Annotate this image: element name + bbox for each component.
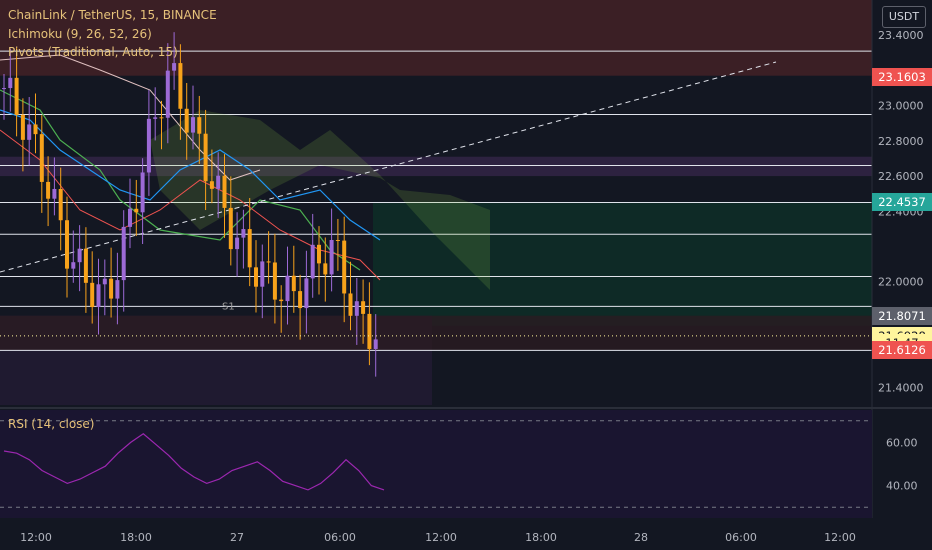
candle-body-58 [367, 313, 372, 349]
candle-body-22 [140, 172, 145, 213]
pivot-band [0, 156, 872, 177]
candle-body-29 [184, 108, 189, 133]
candle-body-9 [58, 188, 63, 221]
candle-body-31 [197, 117, 202, 134]
candle-body-7 [46, 181, 51, 199]
candle-body-25 [159, 117, 164, 119]
candle-body-8 [52, 188, 57, 199]
candle-body-2 [14, 77, 19, 115]
candle-body-42 [266, 261, 271, 263]
rsi-tick-0: 60.00 [886, 436, 918, 449]
symbol-title: ChainLink / TetherUS, 15, BINANCE [8, 8, 217, 22]
candle-body-30 [191, 117, 195, 133]
candle-body-45 [285, 275, 290, 302]
time-tick-0: 12:00 [20, 531, 52, 544]
candle-body-11 [71, 262, 76, 269]
candle-body-1 [8, 77, 13, 89]
candle-body-43 [272, 262, 277, 300]
candle-body-13 [83, 248, 88, 283]
candle-body-48 [304, 278, 309, 309]
candle-body-12 [77, 248, 82, 263]
candle-body-41 [260, 261, 265, 287]
candle-body-5 [33, 124, 38, 135]
price-chart[interactable]: S123.400023.000022.800022.600022.400022.… [0, 0, 932, 550]
candle-body-38 [241, 229, 246, 238]
candle-body-50 [317, 244, 321, 264]
time-tick-8: 12:00 [824, 531, 856, 544]
price-tick-3: 22.6000 [878, 170, 924, 183]
candle-body-36 [228, 207, 233, 250]
time-tick-3: 06:00 [324, 531, 356, 544]
candle-body-4 [27, 124, 32, 140]
time-tick-2: 27 [230, 531, 244, 544]
rsi-legend[interactable]: RSI (14, close) [8, 417, 94, 431]
candle-body-0 [2, 88, 6, 90]
candle-body-56 [354, 301, 359, 316]
candle-body-28 [178, 63, 183, 109]
price-tick-2: 22.8000 [878, 135, 924, 148]
candle-body-57 [361, 301, 366, 314]
rsi-tick-1: 40.00 [886, 480, 918, 493]
time-tick-1: 18:00 [120, 531, 152, 544]
candle-body-21 [134, 208, 139, 213]
candle-body-17 [109, 278, 114, 299]
price-tag-5: 21.6126 [872, 340, 932, 359]
price-tag-2: 21.8071 [872, 306, 932, 325]
time-tick-7: 06:00 [725, 531, 757, 544]
candle-body-10 [65, 220, 69, 269]
candle-body-51 [323, 263, 328, 275]
price-tick-6: 21.4000 [878, 381, 924, 394]
candle-body-33 [209, 181, 214, 189]
candle-body-20 [128, 208, 132, 227]
loss-zone [0, 315, 872, 351]
candle-body-26 [165, 70, 170, 118]
candle-body-47 [298, 291, 303, 309]
time-tick-4: 12:00 [425, 531, 457, 544]
candle-body-54 [342, 240, 347, 294]
candle-body-16 [102, 278, 107, 285]
rsi-background [0, 410, 872, 518]
pivot-label-s1: S1 [222, 301, 235, 312]
candle-body-39 [247, 229, 252, 268]
pivots-legend[interactable]: Pivots (Traditional, Auto, 15) [8, 45, 178, 59]
price-tick-1: 23.0000 [878, 100, 924, 113]
candle-body-32 [203, 133, 208, 182]
candle-body-6 [39, 134, 44, 182]
time-tick-5: 18:00 [525, 531, 557, 544]
price-tick-5: 22.0000 [878, 276, 924, 289]
candle-body-15 [96, 284, 101, 308]
candle-body-44 [279, 299, 284, 302]
ichimoku-legend[interactable]: Ichimoku (9, 26, 52, 26) [8, 27, 152, 41]
candle-body-46 [291, 275, 296, 292]
candle-body-55 [348, 293, 353, 316]
candle-body-52 [329, 239, 334, 275]
candle-body-34 [216, 175, 221, 189]
candle-body-53 [335, 239, 340, 241]
candle-body-49 [310, 244, 315, 279]
currency-badge[interactable]: USDT [882, 6, 926, 28]
candle-body-24 [153, 117, 158, 119]
price-tag-1: 22.4537 [872, 192, 932, 211]
candle-body-37 [235, 237, 240, 250]
candle-body-40 [254, 267, 258, 287]
candle-body-18 [115, 280, 120, 299]
candle-body-19 [121, 226, 126, 281]
candle-body-35 [222, 175, 227, 208]
candle-body-23 [146, 118, 151, 173]
time-tick-6: 28 [634, 531, 648, 544]
candle-body-3 [20, 114, 25, 140]
candle-body-27 [172, 63, 177, 71]
candle-body-59 [373, 339, 378, 349]
price-tag-0: 23.1603 [872, 68, 932, 87]
price-tick-0: 23.4000 [878, 29, 924, 42]
candle-body-14 [90, 282, 95, 308]
